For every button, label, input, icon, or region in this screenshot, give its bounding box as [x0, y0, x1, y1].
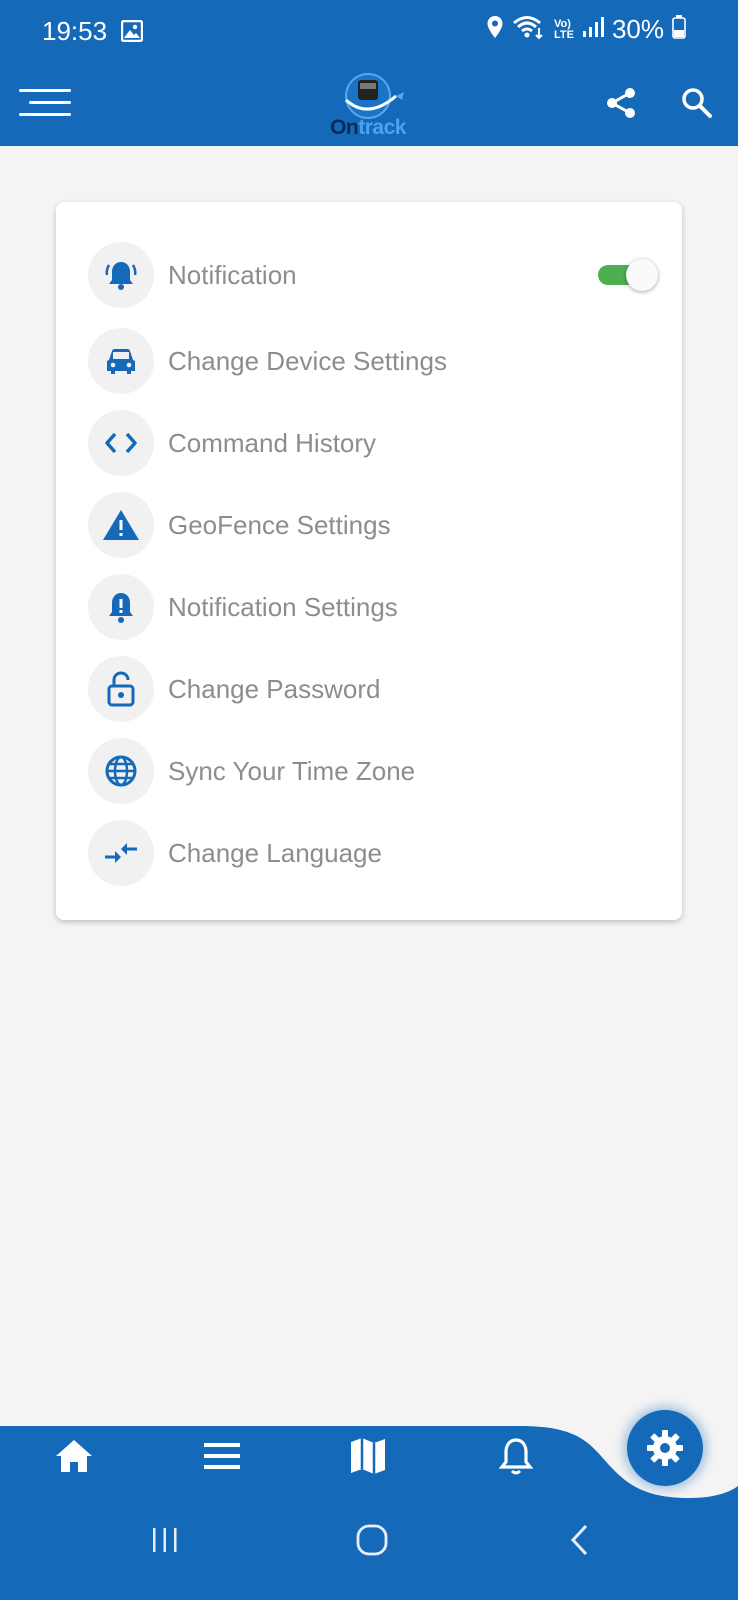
settings-gear-icon: [647, 1430, 683, 1466]
settings-row-notification-settings[interactable]: Notification Settings: [88, 574, 658, 640]
back-button[interactable]: [550, 1510, 610, 1570]
nav-list[interactable]: [194, 1428, 250, 1484]
globe-icon: [88, 738, 154, 804]
share-icon: [607, 88, 635, 118]
row-label: Change Language: [168, 837, 382, 868]
home-icon: [56, 1440, 92, 1472]
battery-percent: 30%: [611, 14, 664, 44]
settings-row-change-device[interactable]: Change Device Settings: [88, 328, 658, 394]
hamburger-menu-icon: [19, 89, 71, 116]
back-chevron-icon: [570, 1524, 588, 1556]
nav-home[interactable]: [46, 1428, 102, 1484]
row-label: GeoFence Settings: [168, 509, 391, 540]
lte-label: LTE: [553, 28, 574, 41]
row-label: Change Device Settings: [168, 345, 447, 376]
notification-toggle[interactable]: [598, 259, 658, 291]
location-icon: [486, 15, 504, 44]
warning-triangle-icon: [88, 492, 154, 558]
row-label: Notification: [168, 259, 297, 290]
search-button[interactable]: [672, 78, 722, 128]
settings-row-change-language[interactable]: Change Language: [88, 820, 658, 886]
home-system-button[interactable]: [342, 1510, 402, 1570]
logo-text-track: track: [358, 116, 406, 139]
row-label: Command History: [168, 427, 377, 458]
gallery-icon: [120, 19, 144, 47]
battery-icon: [672, 15, 686, 44]
row-label: Sync Your Time Zone: [168, 755, 416, 786]
wifi-icon: [512, 14, 546, 45]
swap-arrows-icon: [88, 820, 154, 886]
logo-text-on: On: [330, 116, 359, 139]
code-icon: [88, 410, 154, 476]
bell-icon: [498, 1438, 534, 1475]
volte-icon: Vo) LTE: [553, 17, 574, 41]
row-label: Change Password: [168, 673, 381, 704]
app-bar: Ontrack: [0, 62, 738, 146]
status-indicators: Vo) LTE 30%: [486, 14, 686, 45]
bell-alert-icon: [88, 574, 154, 640]
map-icon: [351, 1438, 385, 1474]
settings-fab[interactable]: [627, 1410, 703, 1486]
settings-row-command-history[interactable]: Command History: [88, 410, 658, 476]
car-icon: [88, 328, 154, 394]
signal-icon: [582, 16, 604, 43]
search-icon: [682, 88, 712, 118]
recent-apps-icon: [153, 1528, 177, 1552]
hamburger-menu-button[interactable]: [14, 78, 76, 128]
settings-card: Notification Change Device Settings Comm…: [56, 202, 682, 920]
settings-row-geofence[interactable]: GeoFence Settings: [88, 492, 658, 558]
settings-row-sync-timezone[interactable]: Sync Your Time Zone: [88, 738, 658, 804]
settings-row-change-password[interactable]: Change Password: [88, 656, 658, 722]
status-time: 19:53: [42, 16, 108, 46]
home-circle-icon: [356, 1524, 388, 1556]
nav-map[interactable]: [340, 1428, 396, 1484]
status-bar: 19:53 Vo) LTE 30%: [0, 0, 738, 62]
share-button[interactable]: [596, 78, 646, 128]
lock-open-icon: [88, 656, 154, 722]
list-icon: [204, 1443, 240, 1469]
ontrack-logo: Ontrack: [318, 70, 418, 142]
nav-notifications[interactable]: [488, 1428, 544, 1484]
recent-apps-button[interactable]: [135, 1510, 195, 1570]
bell-ringing-icon: [88, 242, 154, 308]
volte-label: Vo): [553, 17, 571, 30]
settings-row-notification[interactable]: Notification: [88, 242, 658, 308]
row-label: Notification Settings: [168, 591, 398, 622]
bottom-navigation: [0, 1380, 738, 1600]
